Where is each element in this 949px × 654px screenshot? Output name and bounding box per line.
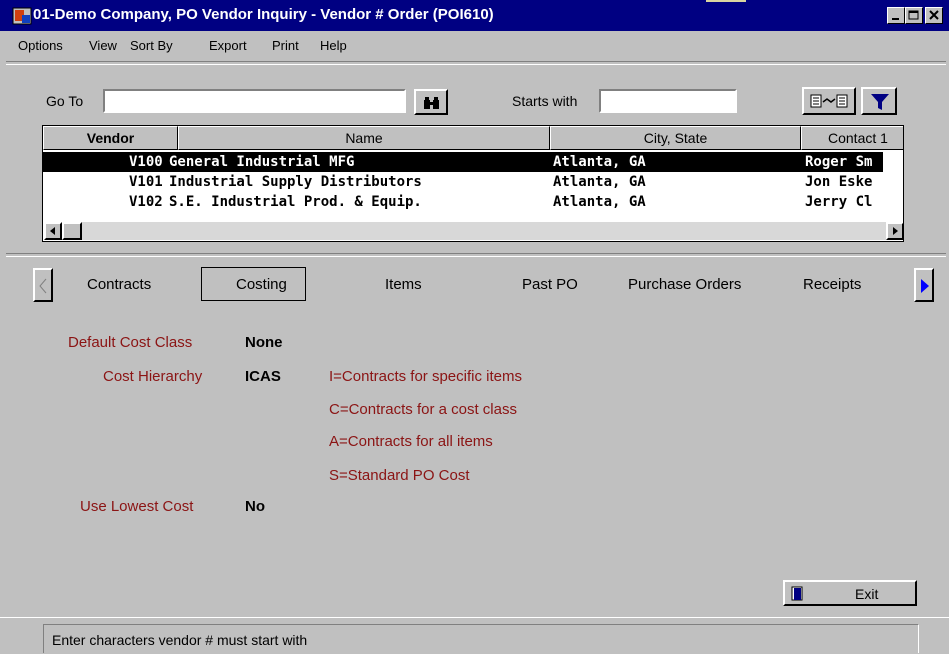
maximize-icon bbox=[908, 10, 919, 20]
maximize-button[interactable] bbox=[905, 7, 923, 24]
cost-hierarchy-label: Cost Hierarchy bbox=[103, 368, 203, 385]
menu-options[interactable]: Options bbox=[18, 38, 63, 53]
vendor-name: Industrial Supply Distributors bbox=[169, 174, 422, 190]
tab-past-po[interactable]: Past PO bbox=[522, 276, 578, 293]
status-message: Enter characters vendor # must start wit… bbox=[52, 632, 308, 648]
column-header-vendor[interactable]: Vendor bbox=[43, 126, 178, 150]
tab-scroll-right-button[interactable] bbox=[914, 268, 934, 302]
minimize-button[interactable] bbox=[887, 7, 905, 24]
vendor-contact: Jon Eske bbox=[805, 174, 873, 190]
vendor-city: Atlanta, GA bbox=[553, 194, 646, 210]
vendor-contact: Jerry Cl bbox=[805, 194, 873, 210]
binoculars-icon bbox=[424, 97, 439, 109]
vendor-city: Atlanta, GA bbox=[553, 154, 646, 170]
vendor-name: S.E. Industrial Prod. & Equip. bbox=[169, 194, 422, 210]
tab-purchase-orders[interactable]: Purchase Orders bbox=[628, 276, 741, 293]
vendor-id: V101 bbox=[129, 174, 163, 190]
goto-input[interactable] bbox=[103, 89, 406, 113]
filter-icon bbox=[871, 94, 889, 110]
exit-label: Exit bbox=[855, 586, 879, 602]
goto-label: Go To bbox=[46, 93, 84, 109]
tab-costing[interactable]: Costing bbox=[236, 276, 287, 293]
use-lowest-cost-label: Use Lowest Cost bbox=[80, 498, 194, 515]
columns-icon bbox=[810, 94, 848, 108]
starts-with-label: Starts with bbox=[512, 93, 578, 109]
scroll-right-button[interactable] bbox=[886, 222, 903, 240]
vendor-id: V102 bbox=[129, 194, 163, 210]
find-button[interactable] bbox=[414, 89, 448, 115]
hierarchy-legend-item: I=Contracts for specific items bbox=[329, 368, 522, 385]
table-row[interactable]: V102 S.E. Industrial Prod. & Equip. Atla… bbox=[43, 192, 883, 212]
column-header-name[interactable]: Name bbox=[178, 126, 550, 150]
vendor-contact: Roger Sm bbox=[805, 154, 873, 170]
close-icon bbox=[929, 10, 939, 20]
default-cost-class-value: None bbox=[245, 334, 283, 351]
vendor-city: Atlanta, GA bbox=[553, 174, 646, 190]
close-button[interactable] bbox=[925, 7, 943, 24]
hierarchy-legend-item: C=Contracts for a cost class bbox=[329, 401, 517, 418]
menu-export[interactable]: Export bbox=[209, 38, 247, 53]
exit-button[interactable]: Exit bbox=[783, 580, 917, 606]
vendor-name: General Industrial MFG bbox=[169, 154, 355, 170]
minimize-icon bbox=[892, 18, 899, 20]
tab-contracts[interactable]: Contracts bbox=[87, 276, 151, 293]
arrow-right-icon bbox=[921, 279, 929, 293]
menu-help[interactable]: Help bbox=[320, 38, 347, 53]
menu-view[interactable]: View bbox=[89, 38, 117, 53]
vendor-id: V100 bbox=[129, 154, 163, 170]
use-lowest-cost-value: No bbox=[245, 498, 265, 515]
divider bbox=[6, 61, 946, 65]
divider bbox=[6, 253, 946, 257]
default-cost-class-label: Default Cost Class bbox=[68, 334, 193, 351]
exit-door-icon bbox=[791, 586, 803, 601]
title-bar-accent bbox=[706, 0, 746, 2]
menu-sort-by[interactable]: Sort By bbox=[130, 38, 173, 53]
app-icon[interactable] bbox=[12, 6, 32, 26]
hierarchy-legend-item: S=Standard PO Cost bbox=[329, 467, 470, 484]
arrow-left-icon bbox=[50, 227, 55, 235]
scroll-left-button[interactable] bbox=[44, 222, 62, 240]
arrow-right-icon bbox=[893, 227, 898, 235]
vendor-grid[interactable]: Vendor Name City, State Contact 1 V100 G… bbox=[42, 125, 904, 242]
scroll-thumb-horizontal[interactable] bbox=[62, 222, 82, 240]
tab-items[interactable]: Items bbox=[385, 276, 422, 293]
table-row[interactable]: V101 Industrial Supply Distributors Atla… bbox=[43, 172, 883, 192]
menu-print[interactable]: Print bbox=[272, 38, 299, 53]
table-row[interactable]: V100 General Industrial MFG Atlanta, GA … bbox=[43, 152, 883, 172]
tab-scroll-left-button[interactable] bbox=[33, 268, 53, 302]
cost-hierarchy-value: ICAS bbox=[245, 368, 281, 385]
columns-button[interactable] bbox=[802, 87, 856, 115]
column-header-contact[interactable]: Contact 1 bbox=[801, 126, 903, 150]
filter-button[interactable] bbox=[861, 87, 897, 115]
column-header-city-state[interactable]: City, State bbox=[550, 126, 801, 150]
tab-receipts[interactable]: Receipts bbox=[803, 276, 861, 293]
arrow-left-icon bbox=[39, 278, 47, 294]
hierarchy-legend-item: A=Contracts for all items bbox=[329, 433, 493, 450]
starts-with-input[interactable] bbox=[599, 89, 737, 113]
window-title: 01-Demo Company, PO Vendor Inquiry - Ven… bbox=[33, 6, 494, 23]
horizontal-scrollbar[interactable] bbox=[44, 222, 903, 240]
